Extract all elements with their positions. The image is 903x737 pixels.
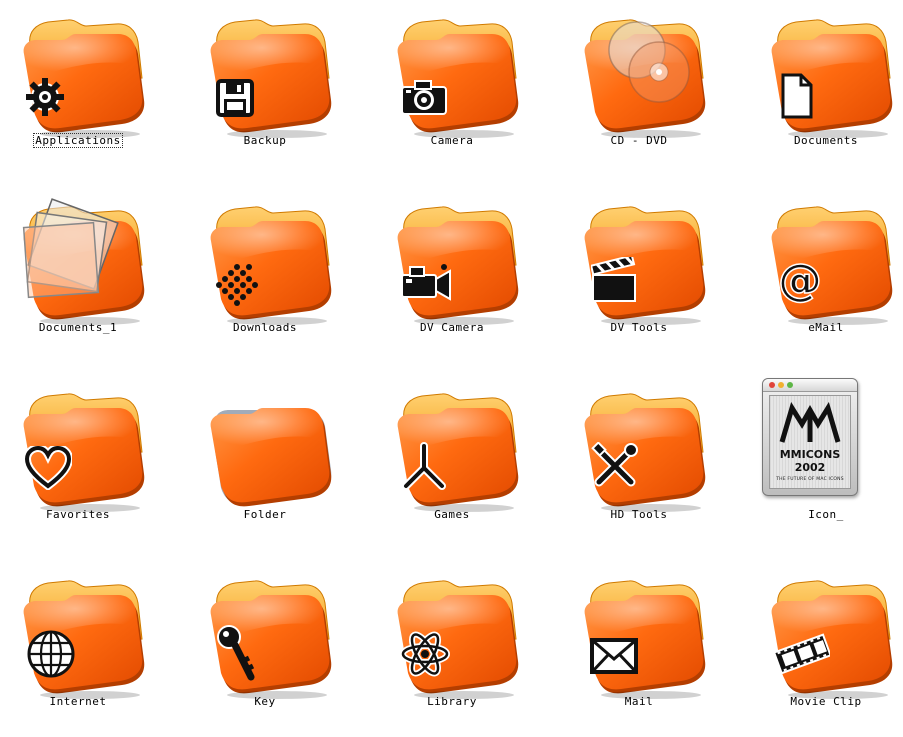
icon-grid: Applications Backup Camera CD - DVD Docu… [0, 0, 903, 737]
icon-label: Games [434, 508, 470, 521]
brand-text: MMICONS 2002 [779, 448, 841, 474]
icon-label: Key [254, 695, 276, 708]
video-camera-icon [401, 264, 451, 301]
icon-hd-tools[interactable]: HD Tools [559, 382, 719, 532]
at-sign-icon: @ [777, 257, 823, 305]
icon-label: Internet [49, 695, 107, 708]
icon-cd-dvd[interactable]: CD - DVD [559, 8, 719, 158]
icon-label: Folder [243, 508, 287, 521]
icon-internet[interactable]: Internet [0, 569, 158, 719]
tools-icon [591, 442, 638, 487]
gear-icon [26, 78, 64, 116]
heart-icon [24, 446, 72, 490]
icon-label: HD Tools [610, 508, 668, 521]
icon-label: Documents_1 [38, 321, 118, 334]
floppy-disk-icon [216, 79, 254, 117]
icon-mail[interactable]: Mail [559, 569, 719, 719]
zoom-dot [787, 382, 793, 388]
globe-icon [27, 630, 75, 678]
folder-icon [207, 18, 337, 136]
icon-label: Favorites [45, 508, 111, 521]
icon-downloads[interactable]: Downloads [185, 195, 345, 345]
icon-folder[interactable]: Folder [185, 382, 345, 532]
disc-icon [608, 21, 690, 103]
mm-logo-icon [779, 402, 841, 443]
icon-documents[interactable]: Documents [746, 8, 903, 158]
key-icon [217, 625, 255, 681]
icon-icon[interactable]: MMICONS 2002 THE FUTURE OF MAC ICONS Ico… [746, 378, 903, 532]
icon-documents-1[interactable]: Documents_1 [0, 195, 158, 345]
clapperboard-icon [591, 257, 636, 302]
icon-label: Mail [624, 695, 654, 708]
icon-library[interactable]: Library [372, 569, 532, 719]
icon-backup[interactable]: Backup [185, 8, 345, 158]
window-titlebar [763, 379, 857, 392]
tripod-icon [402, 442, 446, 490]
camera-icon [401, 80, 447, 115]
icon-email[interactable]: @ eMail [746, 195, 903, 345]
icon-label: DV Camera [419, 321, 485, 334]
atom-icon [400, 631, 450, 677]
mmicons-logo-icon: MMICONS 2002 THE FUTURE OF MAC ICONS [762, 378, 858, 496]
dots-grid-icon [216, 264, 258, 306]
close-dot [769, 382, 775, 388]
icon-label: Icon_ [808, 508, 844, 521]
minimize-dot [778, 382, 784, 388]
icon-camera[interactable]: Camera [372, 8, 532, 158]
icon-dv-tools[interactable]: DV Tools [559, 195, 719, 345]
logo-panel: MMICONS 2002 THE FUTURE OF MAC ICONS [769, 395, 851, 489]
icon-games[interactable]: Games [372, 382, 532, 532]
icon-label: Library [427, 695, 477, 708]
folder-icon [210, 408, 332, 507]
icon-favorites[interactable]: Favorites [0, 382, 158, 532]
folder-icon [394, 18, 524, 136]
icon-label: DV Tools [610, 321, 668, 334]
icon-label: Movie Clip [790, 695, 862, 708]
svg-text:@: @ [778, 257, 822, 305]
tagline-text: THE FUTURE OF MAC ICONS [776, 477, 844, 482]
icon-label: Backup [243, 134, 287, 147]
icon-movie-clip[interactable]: Movie Clip [746, 569, 903, 719]
stacked-pages-icon [22, 198, 119, 299]
icon-applications[interactable]: Applications [0, 8, 158, 158]
icon-label: Documents [793, 134, 859, 147]
icon-label: Camera [430, 134, 474, 147]
film-strip-icon [774, 633, 830, 675]
icon-label: CD - DVD [610, 134, 668, 147]
icon-label: eMail [808, 321, 844, 334]
icon-label: Downloads [232, 321, 298, 334]
document-icon [781, 73, 813, 119]
icon-label: Applications [33, 133, 123, 148]
icon-key[interactable]: Key [185, 569, 345, 719]
envelope-icon [590, 638, 638, 674]
icon-dv-camera[interactable]: DV Camera [372, 195, 532, 345]
